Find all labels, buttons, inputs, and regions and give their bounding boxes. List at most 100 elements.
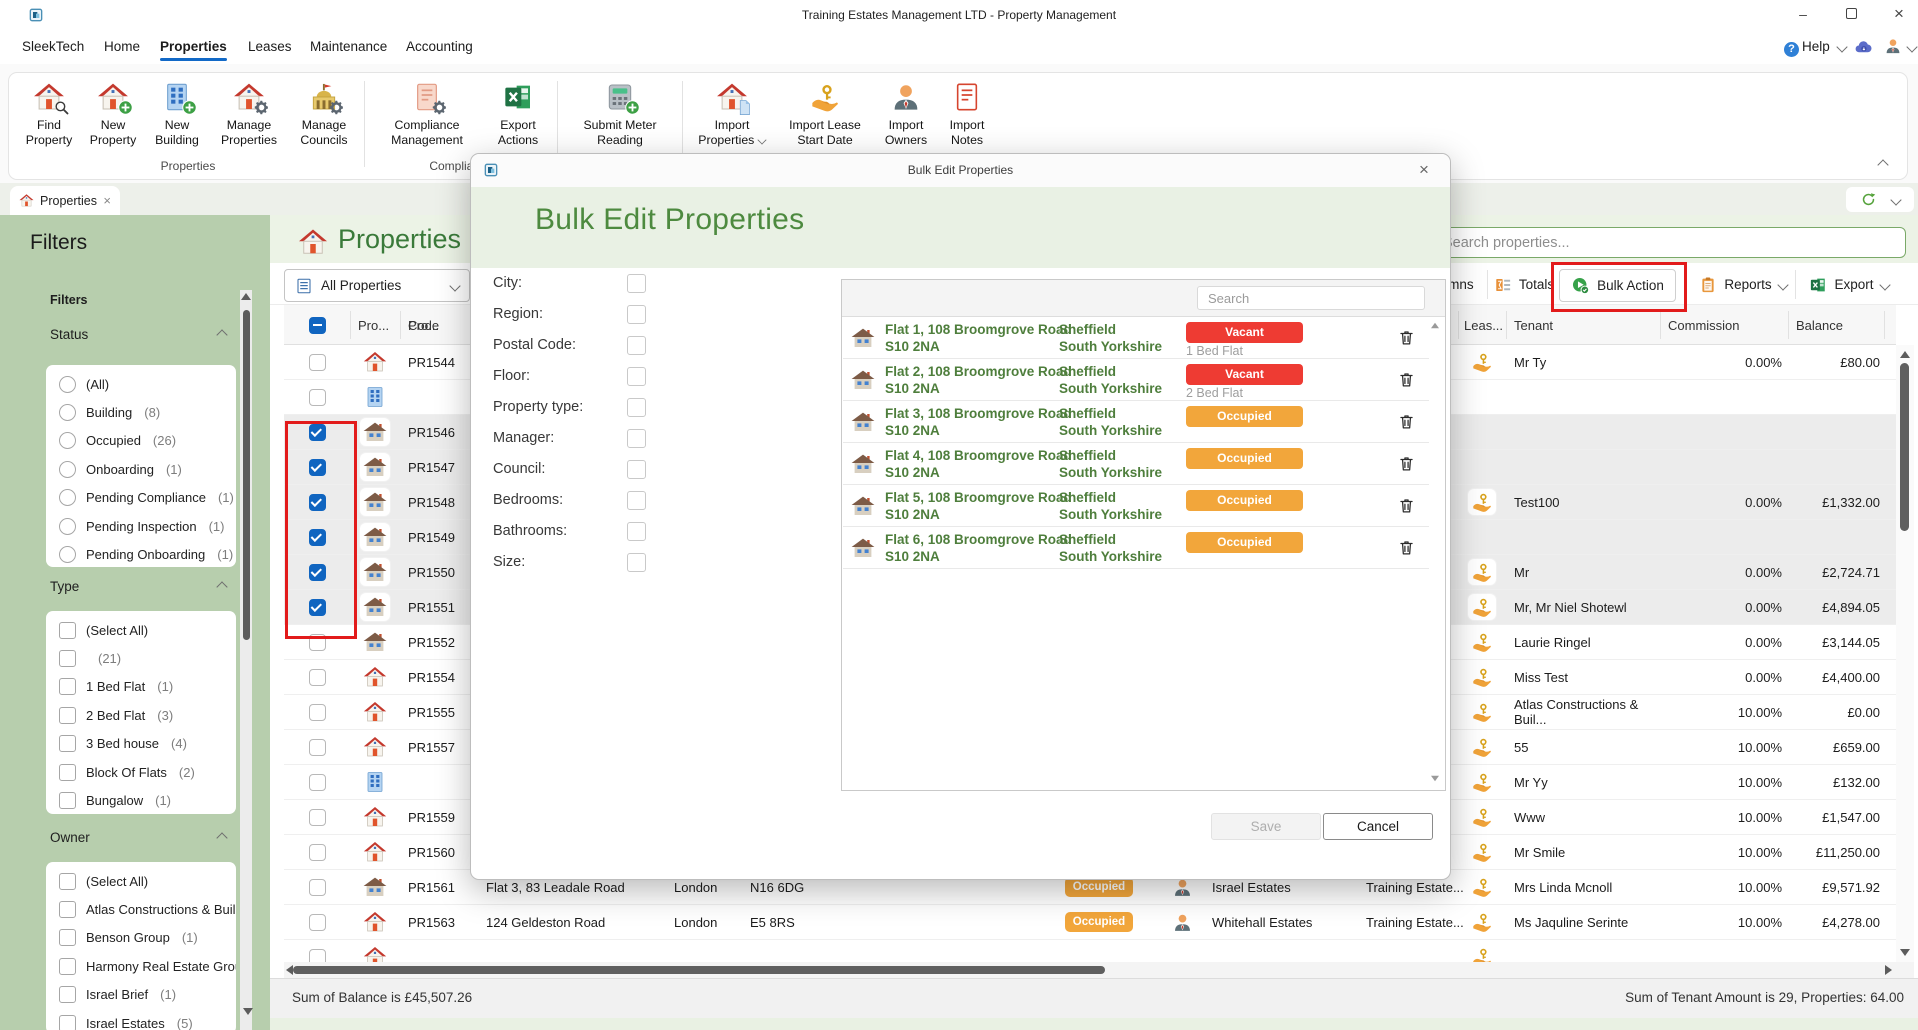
row-checkbox[interactable] [308,878,326,896]
row-checkbox[interactable] [308,633,326,651]
filter-owner-benson[interactable]: Benson Group (1) [46,924,236,952]
row-checkbox[interactable] [308,843,326,861]
checkbox[interactable] [59,621,76,639]
row-checkbox[interactable] [308,493,326,511]
submit-meter-reading-button[interactable]: Submit Meter Reading [563,79,677,150]
owner-collapse-icon[interactable] [216,832,228,844]
menu-brand[interactable]: SleekTech [22,36,84,58]
menu-accounting[interactable]: Accounting [406,36,473,58]
table-horizontal-scrollbar[interactable] [284,962,1914,978]
checkbox[interactable] [59,763,76,781]
row-checkbox[interactable] [308,563,326,581]
checkbox[interactable] [59,678,76,696]
table-row[interactable]: PR1563 124 Geldeston Road London E5 8RS … [284,905,1896,940]
sidebar-scrollbar-thumb[interactable] [242,310,250,640]
row-checkbox[interactable] [308,738,326,756]
checkbox[interactable] [59,792,76,810]
refresh-control[interactable] [1846,187,1914,212]
delete-icon[interactable] [1397,454,1416,473]
checkbox[interactable] [59,706,76,724]
filter-status-pending-compliance[interactable]: Pending Compliance (1) [46,484,236,512]
filter-status-occupied[interactable]: Occupied (26) [46,427,236,455]
bulk-action-button[interactable]: Bulk Action [1559,269,1676,302]
import-owners-button[interactable]: Import Owners [874,79,938,150]
filter-owner-select-all[interactable]: (Select All) [46,867,236,895]
dialog-property-row[interactable]: Flat 5, 108 Broomgrove Road S10 2NA Shef… [843,485,1429,527]
section-status[interactable]: Status [50,327,88,342]
row-checkbox[interactable] [308,808,326,826]
save-button[interactable]: Save [1211,813,1321,840]
property-type-checkbox[interactable] [627,397,646,417]
help-icon[interactable] [1784,39,1799,57]
menu-home[interactable]: Home [104,36,140,58]
manage-councils-button[interactable]: Manage Councils [289,79,359,150]
checkbox[interactable] [59,901,76,919]
import-lease-start-date-button[interactable]: Import Lease Start Date [776,79,874,150]
export-actions-button[interactable]: Export Actions [484,79,552,150]
dialog-property-row[interactable]: Flat 4, 108 Broomgrove Road S10 2NA Shef… [843,443,1429,485]
region-checkbox[interactable] [627,304,646,324]
tab-close-icon[interactable] [103,193,111,208]
table-vertical-scrollbar[interactable] [1896,345,1914,962]
help-chevron-icon[interactable] [1836,41,1848,53]
header-commission[interactable]: Commission [1668,305,1740,345]
maximize-button[interactable] [1834,0,1868,30]
manager-checkbox[interactable] [627,428,646,448]
delete-icon[interactable] [1397,538,1416,557]
cancel-button[interactable]: Cancel [1323,813,1433,840]
row-checkbox[interactable] [308,948,326,962]
checkbox[interactable] [59,650,76,668]
checkbox[interactable] [59,872,76,890]
user-profile-icon[interactable] [1884,37,1902,55]
header-code[interactable]: Code [408,305,439,345]
new-property-button[interactable]: New Property [81,79,145,150]
ribbon-collapse-icon[interactable] [1877,159,1889,171]
view-selector[interactable]: All Properties [284,269,470,302]
header-balance[interactable]: Balance [1796,305,1843,345]
filter-owner-atlas[interactable]: Atlas Constructions & Builders(7 [46,895,236,923]
delete-icon[interactable] [1397,370,1416,389]
bathrooms-checkbox[interactable] [627,521,646,541]
user-chevron-icon[interactable] [1906,41,1918,53]
close-button[interactable] [1882,0,1916,30]
row-checkbox[interactable] [308,353,326,371]
manage-properties-button[interactable]: Manage Properties [209,79,289,150]
type-collapse-icon[interactable] [216,581,228,593]
menu-leases[interactable]: Leases [248,36,292,58]
menu-maintenance[interactable]: Maintenance [310,36,387,58]
checkbox[interactable] [59,986,76,1004]
menu-properties[interactable]: Properties [160,36,227,58]
cloud-sync-icon[interactable] [1854,38,1873,57]
row-checkbox[interactable] [308,528,326,546]
row-checkbox[interactable] [308,773,326,791]
find-property-button[interactable]: Find Property [17,79,81,150]
dialog-property-row[interactable]: Flat 1, 108 Broomgrove Road S10 2NA Shef… [843,317,1429,359]
delete-icon[interactable] [1397,328,1416,347]
reports-button[interactable]: Reports [1694,269,1792,300]
filter-owner-harmony[interactable]: Harmony Real Estate Group(13) [46,952,236,980]
import-notes-button[interactable]: Import Notes [938,79,996,150]
vertical-scrollbar-thumb[interactable] [1900,363,1909,531]
radio[interactable] [59,404,76,422]
delete-icon[interactable] [1397,496,1416,515]
filter-type-2bedflat[interactable]: 2 Bed Flat (3) [46,701,236,729]
header-pro[interactable]: Pro... [358,305,389,345]
dialog-close-icon[interactable] [1412,158,1436,182]
checkbox[interactable] [59,1014,76,1030]
filter-type-1bedflat[interactable]: 1 Bed Flat (1) [46,673,236,701]
import-properties-button[interactable]: Import Properties [688,79,776,150]
status-collapse-icon[interactable] [216,329,228,341]
filter-owner-israel-estates[interactable]: Israel Estates (5) [46,1009,236,1030]
section-type[interactable]: Type [50,579,79,594]
checkbox[interactable] [59,929,76,947]
search-properties-input[interactable] [1430,227,1906,258]
dialog-search-input[interactable] [1197,286,1425,310]
dialog-property-row[interactable]: Flat 6, 108 Broomgrove Road S10 2NA Shef… [843,527,1429,569]
radio[interactable] [59,546,76,564]
row-checkbox[interactable] [308,388,326,406]
tab-properties[interactable]: Properties [10,186,120,215]
size-checkbox[interactable] [627,552,646,572]
radio[interactable] [59,489,76,507]
filter-status-pending-inspection[interactable]: Pending Inspection (1) [46,512,236,540]
dialog-property-row[interactable]: Flat 2, 108 Broomgrove Road S10 2NA Shef… [843,359,1429,401]
